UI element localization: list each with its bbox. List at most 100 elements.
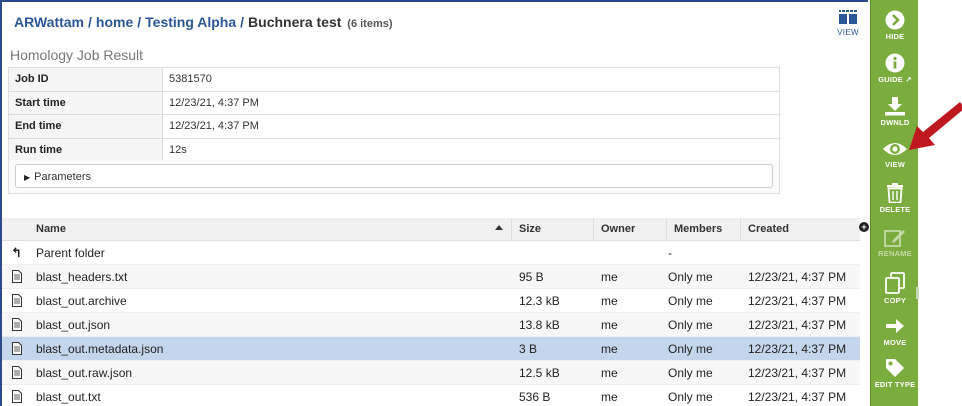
sidebar-button-rename[interactable]: RENAME	[871, 227, 919, 258]
breadcrumb-link-user[interactable]: ARWattam	[14, 14, 84, 30]
add-column-icon[interactable]: +	[859, 222, 869, 232]
info-row: Job ID 5381570	[8, 67, 780, 92]
trash-icon	[871, 183, 919, 203]
sidebar-button-edit-type[interactable]: EDIT TYPE	[871, 358, 919, 389]
file-grid-header: Name Size Owner Members Created	[2, 218, 860, 241]
row-created: 12/23/21, 4:37 PM	[748, 342, 847, 356]
column-header-size[interactable]: Size	[511, 218, 593, 241]
file-icon	[12, 390, 22, 403]
up-arrow-icon: ↰	[11, 245, 22, 260]
scrollbar-handle[interactable]	[916, 287, 919, 299]
sidebar-button-label: DELETE	[879, 205, 911, 214]
info-key: Start time	[8, 90, 163, 115]
sidebar-button-copy[interactable]: COPY	[871, 272, 919, 305]
row-size: 13.8 kB	[519, 318, 560, 332]
sidebar-button-delete[interactable]: DELETE	[871, 183, 919, 214]
column-header-name[interactable]: Name	[29, 218, 511, 241]
row-members: -	[668, 246, 672, 260]
row-name: blast_out.raw.json	[36, 366, 133, 380]
row-size: 95 B	[519, 270, 544, 284]
row-owner: me	[601, 390, 618, 404]
tag-icon	[871, 358, 919, 378]
row-owner: me	[601, 294, 618, 308]
file-icon	[12, 342, 22, 355]
view-toggle-label: VIEW	[837, 28, 859, 37]
chevron-right-circle-icon	[871, 10, 919, 30]
table-row[interactable]: blast_headers.txt 95 B me Only me 12/23/21, …	[2, 265, 860, 289]
sidebar-button-label: VIEW	[885, 160, 905, 169]
table-row[interactable]: blast_out.json 13.8 kB me Only me 12/23/21, …	[2, 313, 860, 337]
row-name: blast_out.txt	[36, 390, 101, 404]
sidebar-button-guide[interactable]: GUIDE ↗	[871, 53, 919, 84]
file-icon	[12, 366, 22, 379]
sidebar-button-label: COPY	[883, 296, 907, 305]
row-size: 12.3 kB	[519, 294, 560, 308]
info-value: 12s	[162, 137, 780, 162]
row-owner: me	[601, 270, 618, 284]
row-name: blast_headers.txt	[36, 270, 128, 284]
caret-right-icon: ▶	[24, 173, 31, 182]
row-name: blast_out.json	[36, 318, 111, 332]
column-header-created[interactable]: Created	[740, 218, 860, 241]
arrow-right-icon	[871, 316, 919, 336]
info-row: Start time 12/23/21, 4:37 PM	[8, 90, 780, 115]
column-header-label: Name	[36, 223, 66, 235]
row-members: Only me	[668, 270, 713, 284]
file-icon	[12, 294, 22, 307]
parameters-label: Parameters	[34, 171, 92, 183]
job-info-table: Job ID 5381570 Start time 12/23/21, 4:37 PM…	[8, 67, 780, 162]
file-grid-body: ↰ Parent folder - blast_headers.txt 95 B m…	[2, 241, 860, 406]
table-row[interactable]: blast_out.txt 536 B me Only me 12/23/21, 4:3…	[2, 385, 860, 406]
row-members: Only me	[668, 366, 713, 380]
row-created: 12/23/21, 4:37 PM	[748, 318, 847, 332]
view-toggle-button[interactable]: VIEW	[836, 10, 860, 37]
table-row[interactable]: blast_out.metadata.json 3 B me Only me 12/23…	[2, 337, 860, 361]
row-owner: me	[601, 366, 618, 380]
row-owner: me	[601, 318, 618, 332]
info-key: End time	[8, 114, 163, 139]
table-row[interactable]: blast_out.raw.json 12.5 kB me Only me 12/23/…	[2, 361, 860, 385]
row-name: blast_out.metadata.json	[36, 342, 164, 356]
sidebar-button-hide[interactable]: HIDE	[871, 10, 919, 41]
row-members: Only me	[668, 390, 713, 404]
sidebar-button-label: MOVE	[883, 338, 907, 347]
row-size: 12.5 kB	[519, 366, 560, 380]
sidebar-button-label: EDIT TYPE	[874, 380, 916, 389]
external-link-icon: ↗	[905, 75, 912, 84]
column-header-owner[interactable]: Owner	[593, 218, 666, 241]
sidebar-button-move[interactable]: MOVE	[871, 316, 919, 347]
row-name: blast_out.archive	[36, 294, 127, 308]
row-members: Only me	[668, 318, 713, 332]
grid-list-icon	[839, 10, 857, 24]
breadcrumb-separator: /	[137, 14, 142, 30]
table-row[interactable]: blast_out.archive 12.3 kB me Only me 12/23/2…	[2, 289, 860, 313]
item-count: (6 items)	[347, 18, 393, 30]
sidebar-button-label: RENAME	[878, 249, 912, 258]
info-value: 12/23/21, 4:37 PM	[162, 90, 780, 115]
info-value: 12/23/21, 4:37 PM	[162, 114, 780, 139]
parameters-section: ▶ Parameters	[8, 160, 780, 194]
row-size: 3 B	[519, 342, 538, 356]
breadcrumb-link-folder[interactable]: Testing Alpha	[145, 14, 236, 30]
row-name: Parent folder	[36, 246, 105, 260]
row-created: 12/23/21, 4:37 PM	[748, 390, 847, 404]
breadcrumb-separator: /	[240, 14, 245, 30]
table-row-parent-folder[interactable]: ↰ Parent folder -	[2, 241, 860, 265]
row-size: 536 B	[519, 390, 551, 404]
column-header-label: Members	[674, 223, 723, 235]
pencil-icon	[871, 227, 919, 247]
breadcrumb-link-home[interactable]: home	[96, 14, 133, 30]
sidebar-button-label: GUIDE ↗	[878, 75, 912, 84]
parameters-toggle[interactable]: ▶ Parameters	[15, 164, 773, 188]
column-header-members[interactable]: Members	[666, 218, 740, 241]
row-created: 12/23/21, 4:37 PM	[748, 270, 847, 284]
file-icon	[12, 270, 22, 283]
copy-icon	[871, 272, 919, 294]
row-owner: me	[601, 342, 618, 356]
row-created: 12/23/21, 4:37 PM	[748, 294, 847, 308]
info-circle-icon	[871, 53, 919, 73]
job-result-title: Homology Job Result	[10, 47, 144, 63]
info-row: End time 12/23/21, 4:37 PM	[8, 114, 780, 139]
info-row: Run time 12s	[8, 137, 780, 162]
column-header-label: Size	[519, 223, 542, 235]
